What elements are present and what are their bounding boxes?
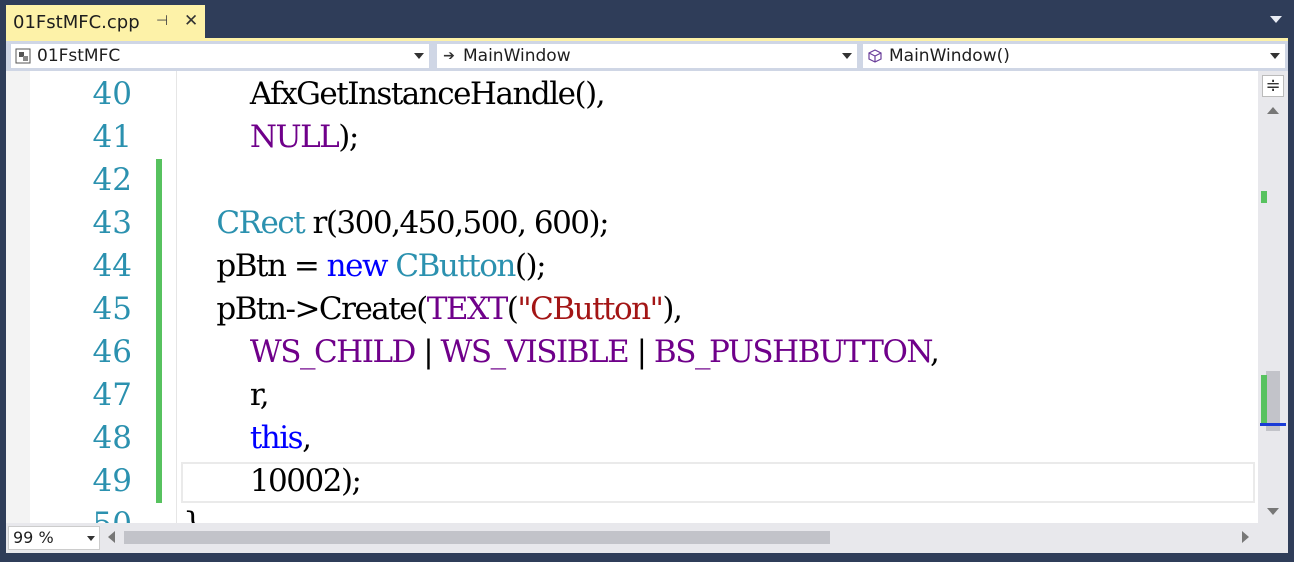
scope-dropdown[interactable]: ➔ MainWindow [436,43,858,69]
code-token: WS_CHILD [249,334,417,370]
scope-label: MainWindow [463,46,571,66]
code-token: AfxGetInstanceHandle(), [183,76,606,112]
line-number: 43 [92,205,132,241]
code-editor: 01FstMFC ➔ MainWindow MainWindow() 40 Af… [6,41,1288,553]
change-marker [1261,375,1267,425]
code-line[interactable]: 45 pBtn->Create(TEXT("CButton"), [6,288,1258,331]
line-number: 50 [36,503,132,523]
chevron-down-icon[interactable] [414,53,424,59]
code-token: "CButton" [517,291,664,327]
code-text: CRect r(300,450,500, 600); [183,202,610,245]
code-token: 10002); [183,463,362,499]
code-text: WS_CHILD | WS_VISIBLE | BS_PUSHBUTTON, [183,331,940,374]
line-number: 40 [92,76,132,112]
zoom-level: 99 % [13,528,54,547]
code-token: r(300,450,500, 600); [304,205,610,241]
code-text: 10002); [183,460,362,503]
code-token: , [930,334,940,370]
code-token: ), [662,291,682,327]
code-token: , [302,420,312,456]
code-text: this, [183,417,312,460]
arrow-right-icon: ➔ [443,48,455,64]
code-token: pBtn->Create( [183,291,428,327]
code-token: pBtn = [183,248,327,284]
line-number: 42 [92,162,132,198]
code-token: NULL [249,119,340,155]
zoom-dropdown[interactable]: 99 % [8,526,100,550]
code-text: pBtn = new CButton(); [183,245,547,288]
pin-icon[interactable]: ⊣ [156,13,168,29]
code-token: | [414,334,441,370]
project-label: 01FstMFC [37,46,121,66]
code-token: r, [183,377,270,413]
vertical-scrollbar[interactable]: ≑ [1258,71,1288,523]
line-number: 44 [92,248,132,284]
code-token: | [628,334,654,370]
split-window-icon[interactable]: ≑ [1262,75,1284,97]
close-icon[interactable]: ✕ [184,11,198,31]
horizontal-scroll-thumb[interactable] [124,531,830,544]
scroll-right-icon[interactable] [1242,531,1249,543]
scroll-thumb[interactable] [1266,371,1280,431]
code-line[interactable]: 41 NULL); [6,116,1258,159]
code-line[interactable]: 46 WS_CHILD | WS_VISIBLE | BS_PUSHBUTTON… [6,331,1258,374]
code-token: CRect [216,205,305,241]
project-dropdown[interactable]: 01FstMFC [10,43,430,69]
code-line[interactable]: 48 this, [6,417,1258,460]
code-text: AfxGetInstanceHandle(), [183,73,606,116]
code-line[interactable]: 49 10002); [6,460,1258,503]
line-number: 48 [92,420,132,456]
code-token: TEXT [426,291,509,327]
code-line[interactable]: 40 AfxGetInstanceHandle(), [6,73,1258,116]
chevron-down-icon[interactable] [842,53,852,59]
code-token: this [249,420,304,456]
scroll-up-icon[interactable] [1267,107,1279,114]
line-number: 45 [92,291,132,327]
code-token: } [183,506,203,523]
chevron-down-icon[interactable] [1270,53,1280,59]
code-area[interactable]: 40 AfxGetInstanceHandle(), 41 NULL); 42 43 … [6,71,1258,523]
tab-overflow-chevron-icon[interactable] [1270,16,1282,23]
line-number: 41 [92,119,132,155]
code-token: ); [338,119,359,155]
code-token: (); [514,248,547,284]
member-dropdown[interactable]: MainWindow() [862,43,1286,69]
line-number: 49 [92,463,132,499]
caret-position-marker [1260,423,1286,426]
code-line[interactable]: 42 [6,159,1258,202]
line-number: 47 [92,377,132,413]
code-line[interactable]: 47 r, [6,374,1258,417]
member-label: MainWindow() [889,46,1010,66]
code-token: ( [506,291,519,327]
code-token: WS_VISIBLE [440,334,630,370]
code-text: NULL); [183,116,359,159]
code-line[interactable]: 44 pBtn = new CButton(); [6,245,1258,288]
tab-title: 01FstMFC.cpp [13,11,140,33]
code-line[interactable]: 50} [6,503,1258,523]
scroll-left-icon[interactable] [108,531,115,543]
line-number: 46 [92,334,132,370]
navigation-bar: 01FstMFC ➔ MainWindow MainWindow() [6,41,1288,71]
method-cube-icon [867,48,883,64]
code-token: CButton [395,248,516,284]
chevron-down-icon[interactable] [87,536,95,541]
code-token: BS_PUSHBUTTON [653,334,932,370]
code-text: } [183,503,203,523]
project-icon [15,48,31,64]
bottom-bar: 99 % [6,523,1288,553]
code-line[interactable]: 43 CRect r(300,450,500, 600); [6,202,1258,245]
code-text: r, [183,374,270,417]
code-text: pBtn->Create(TEXT("CButton"), [183,288,682,331]
document-tab[interactable]: 01FstMFC.cpp ⊣ ✕ [6,5,205,39]
scroll-down-icon[interactable] [1267,508,1279,515]
change-marker [1261,191,1267,203]
code-token: new [326,248,389,284]
